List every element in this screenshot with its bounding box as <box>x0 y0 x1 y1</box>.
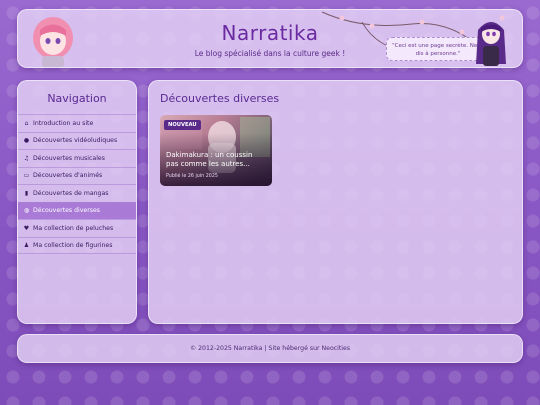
footer-text: © 2012-2025 Narratika | Site hébergé sur… <box>18 335 522 363</box>
sidebar-navigation: Navigation ⌂ Introduction au site ● Déco… <box>17 80 137 324</box>
sidebar-item-introduction[interactable]: ⌂ Introduction au site <box>18 114 136 132</box>
nav-list: ⌂ Introduction au site ● Découvertes vid… <box>18 114 136 254</box>
sidebar-item-label: Découvertes d'animés <box>33 172 103 180</box>
article-card[interactable]: NOUVEAU Dakimakura : un coussin pas comm… <box>160 115 272 186</box>
tv-icon: ▭ <box>23 172 30 180</box>
footer: © 2012-2025 Narratika | Site hébergé sur… <box>17 334 523 363</box>
card-title: Dakimakura : un coussin pas comme les au… <box>166 151 253 168</box>
globe-icon: ◍ <box>23 207 30 215</box>
sidebar-item-label: Découvertes musicales <box>33 154 105 162</box>
music-icon: ♫ <box>23 154 30 162</box>
sidebar-item-label: Découvertes vidéoludiques <box>33 137 118 145</box>
page-title: Découvertes diverses <box>160 92 280 105</box>
gamepad-icon: ● <box>23 137 30 145</box>
neocities-link[interactable]: Site hébergé sur Neocities <box>268 345 350 352</box>
main-content: Découvertes diverses NOUVEAU Dakimakura … <box>148 80 523 324</box>
sidebar-item-label: Découvertes de mangas <box>33 189 109 197</box>
sidebar-item-misc[interactable]: ◍ Découvertes diverses <box>18 201 136 219</box>
sidebar-item-label: Découvertes diverses <box>33 207 101 215</box>
sidebar-item-figurines[interactable]: ♟ Ma collection de figurines <box>18 236 136 254</box>
card-date: Publié le 26 juin 2025 <box>166 174 218 179</box>
sidebar-item-label: Ma collection de figurines <box>33 241 113 249</box>
copyright-text: © 2012-2025 Narratika <box>189 345 263 352</box>
new-badge: NOUVEAU <box>164 120 201 130</box>
sidebar-item-video-games[interactable]: ● Découvertes vidéoludiques <box>18 131 136 150</box>
sidebar-item-music[interactable]: ♫ Découvertes musicales <box>18 149 136 167</box>
sidebar-item-label: Ma collection de peluches <box>33 224 114 232</box>
heart-icon: ♥ <box>23 224 30 232</box>
anime-girl-purple-avatar <box>476 22 506 66</box>
sidebar-item-plushies[interactable]: ♥ Ma collection de peluches <box>18 219 136 237</box>
figures-icon: ♟ <box>23 241 30 249</box>
sidebar-item-anime[interactable]: ▭ Découvertes d'animés <box>18 166 136 185</box>
header-banner: Narratika Le blog spécialisé dans la cul… <box>17 9 523 68</box>
sidebar-item-manga[interactable]: ▮ Découvertes de mangas <box>18 184 136 202</box>
nav-title: Navigation <box>47 92 107 105</box>
home-icon: ⌂ <box>24 119 29 127</box>
book-icon: ▮ <box>24 189 29 197</box>
sidebar-item-label: Introduction au site <box>33 119 94 127</box>
